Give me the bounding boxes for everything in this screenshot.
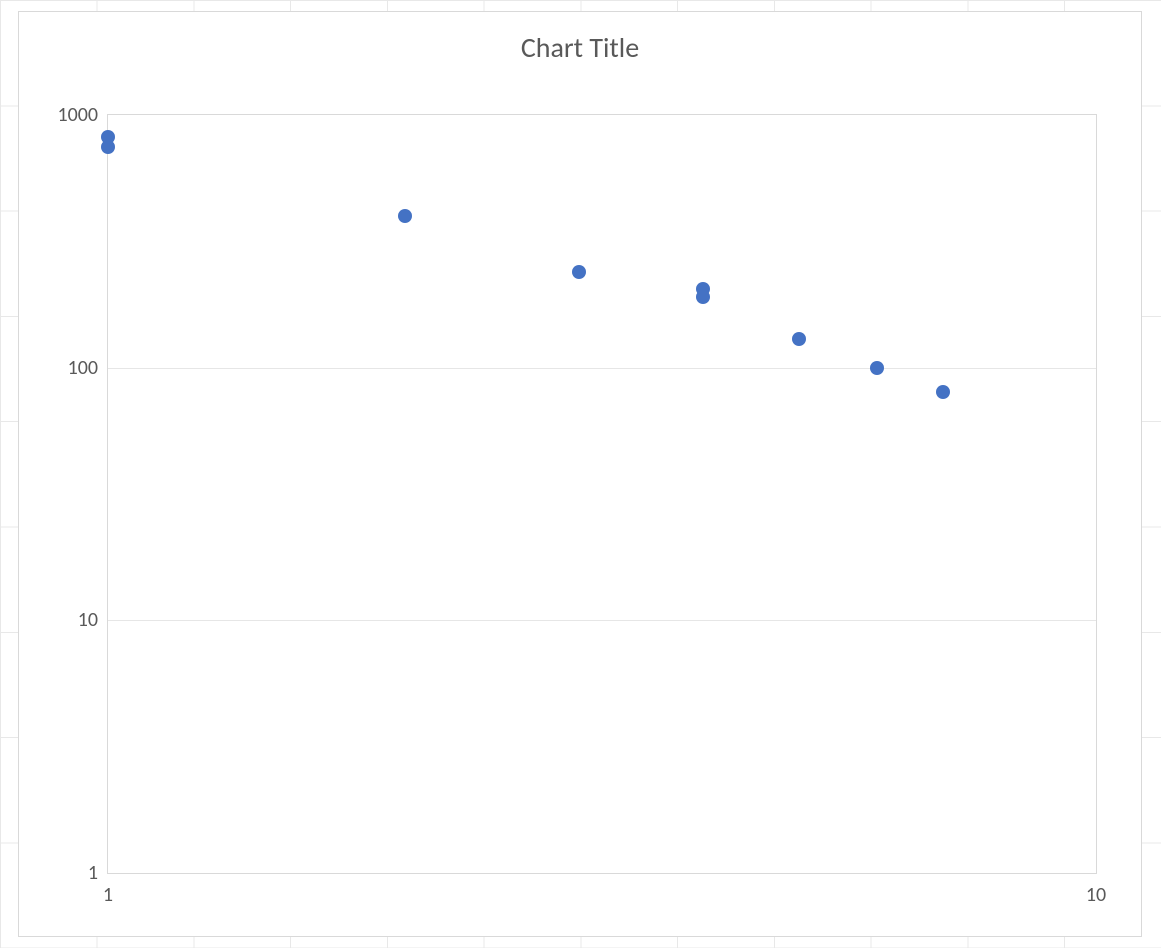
y-tick-label: 1000 <box>57 103 108 127</box>
data-point[interactable] <box>870 361 884 375</box>
data-point[interactable] <box>792 332 806 346</box>
data-point[interactable] <box>101 140 115 154</box>
gridline-y <box>108 620 1096 621</box>
chart-container[interactable]: Chart Title 1000 100 10 1 1 10 <box>18 11 1142 937</box>
data-point[interactable] <box>398 209 412 223</box>
y-tick-label: 100 <box>68 356 108 380</box>
gridline-y <box>108 368 1096 369</box>
data-point[interactable] <box>936 385 950 399</box>
data-point[interactable] <box>572 265 586 279</box>
x-tick-label: 10 <box>1086 873 1106 907</box>
y-tick-label: 10 <box>78 608 108 632</box>
plot-area[interactable]: 1000 100 10 1 1 10 <box>107 114 1097 874</box>
x-tick-label: 1 <box>103 873 113 907</box>
chart-title[interactable]: Chart Title <box>19 30 1141 65</box>
data-point[interactable] <box>696 290 710 304</box>
